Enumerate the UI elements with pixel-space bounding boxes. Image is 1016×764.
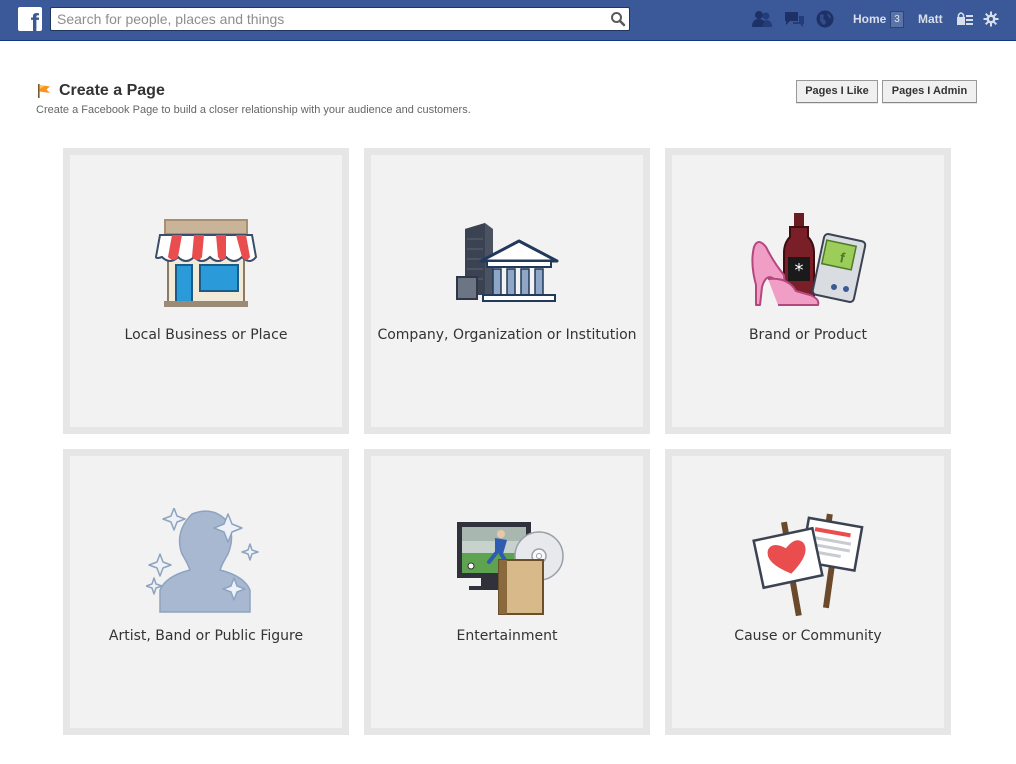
category-tile-cause-community[interactable]: Cause or Community xyxy=(665,449,951,735)
cause-signs-icon xyxy=(752,513,864,617)
category-tile-entertainment[interactable]: Entertainment xyxy=(364,449,650,735)
home-link[interactable]: Home xyxy=(853,12,886,26)
home-count-badge: 3 xyxy=(890,11,904,28)
category-label: Company, Organization or Institution xyxy=(377,327,637,343)
svg-text:*: * xyxy=(795,260,804,281)
flag-icon xyxy=(38,84,50,98)
page-title: Create a Page xyxy=(59,82,165,99)
storefront-icon xyxy=(154,219,258,307)
pages-i-admin-button[interactable]: Pages I Admin xyxy=(882,80,977,103)
buildings-icon xyxy=(456,223,559,302)
category-label: Cause or Community xyxy=(734,628,882,644)
products-icon: * f xyxy=(751,213,867,306)
search-input[interactable] xyxy=(51,8,599,30)
category-label: Brand or Product xyxy=(748,327,868,343)
category-label: Artist, Band or Public Figure xyxy=(108,628,304,644)
category-tile-brand-product[interactable]: * f Brand or Product xyxy=(665,148,951,434)
notifications-globe-icon[interactable] xyxy=(814,9,836,29)
category-tile-artist-public-figure[interactable]: Artist, Band or Public Figure xyxy=(63,449,349,735)
search-icon[interactable] xyxy=(609,10,627,28)
search-box xyxy=(50,7,630,31)
category-tile-local-business[interactable]: Local Business or Place xyxy=(63,148,349,434)
settings-gear-icon[interactable] xyxy=(983,11,999,27)
messages-icon[interactable] xyxy=(783,9,805,29)
top-navigation-bar: f Home 3 Matt xyxy=(0,0,1016,41)
category-label: Entertainment xyxy=(456,628,558,644)
page-subtitle: Create a Facebook Page to build a closer… xyxy=(36,104,471,116)
entertainment-icon xyxy=(457,522,564,615)
facebook-logo[interactable]: f xyxy=(18,7,42,31)
privacy-lock-icon[interactable] xyxy=(956,11,974,27)
category-label: Local Business or Place xyxy=(124,327,288,343)
public-figure-icon xyxy=(146,508,259,613)
friend-requests-icon[interactable] xyxy=(751,9,773,29)
pages-i-like-button[interactable]: Pages I Like xyxy=(796,80,878,103)
category-tile-company[interactable]: Company, Organization or Institution xyxy=(364,148,650,434)
profile-link[interactable]: Matt xyxy=(918,12,943,26)
